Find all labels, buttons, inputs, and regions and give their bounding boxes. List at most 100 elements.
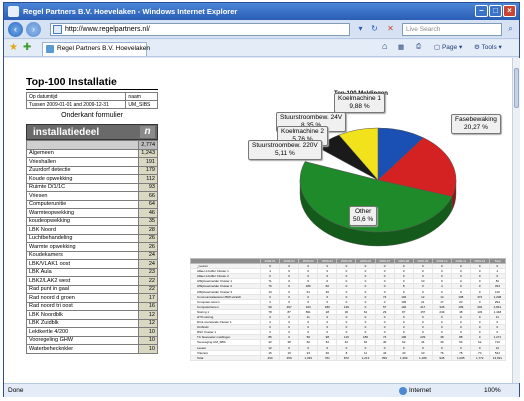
- dropdown-arrow-icon[interactable]: ▾: [354, 23, 367, 36]
- row-label[interactable]: Total: [190, 354, 261, 361]
- list-item[interactable]: Vrieshallen 191: [26, 157, 158, 167]
- address-bar: ‹ › http://www.regelpartners.nl/ ▾ ↻ ✕ L…: [4, 20, 519, 39]
- list-item-label[interactable]: Rad punt in gaal: [26, 284, 139, 294]
- list-item-label[interactable]: LBK Noord: [26, 225, 139, 235]
- list-item-label[interactable]: Koude opwekking: [26, 174, 139, 184]
- list-item-label[interactable]: Rad noord d groen: [26, 293, 139, 303]
- list-item-count: 112: [138, 174, 158, 184]
- param-header-date: Op datumtijd: [25, 92, 127, 101]
- list-item[interactable]: Algemeen 1,243: [26, 148, 158, 158]
- home-icon[interactable]: ⌂: [382, 41, 387, 51]
- list-item[interactable]: Ruimte D/1/1C 93: [26, 182, 158, 192]
- callout-koelmachine-1: Koelmachine 1 9,88 %: [334, 93, 385, 113]
- list-item[interactable]: LBK2/LAK2 west 22: [26, 276, 158, 286]
- print-icon[interactable]: ⎙: [416, 43, 421, 51]
- page-menu[interactable]: ▢ Page ▾: [434, 43, 462, 51]
- list-item-label[interactable]: Waterbehecknkler: [26, 344, 139, 354]
- list-item[interactable]: Zuurdorf detectie 179: [26, 165, 158, 175]
- zoom-level[interactable]: 100%: [484, 387, 501, 394]
- list-item[interactable]: Waterbehecknkler 10: [26, 344, 158, 354]
- list-item-label[interactable]: Vriesen: [26, 191, 139, 201]
- search-icon[interactable]: ⌕: [504, 23, 517, 36]
- list-item[interactable]: LBK Aula 23: [26, 267, 158, 277]
- list-item-label[interactable]: Warmteopwekking: [26, 208, 139, 218]
- list-item[interactable]: LBK Zuidblk 12: [26, 318, 158, 328]
- favorites-star-icon[interactable]: ★: [9, 42, 18, 53]
- list-item-label[interactable]: LBK/VLAK1 oost: [26, 259, 139, 269]
- back-icon[interactable]: ‹: [8, 22, 23, 37]
- meldingen-grid: 2009-01 2009-02 2009-03 2009-04 2009-05 2009-…: [190, 258, 507, 361]
- list-item[interactable]: Warmte opwekking 26: [26, 242, 158, 252]
- vertical-scrollbar[interactable]: [512, 58, 520, 383]
- callout-other-value: 50,6 %: [353, 216, 374, 223]
- list-item-count: 64: [138, 199, 158, 209]
- list-item[interactable]: Rad noord tri oost 16: [26, 301, 158, 311]
- minimize-button[interactable]: –: [475, 5, 488, 17]
- list-item-label[interactable]: Koudekamers: [26, 250, 139, 260]
- list-item[interactable]: Luchtbehandeling 26: [26, 233, 158, 243]
- list-item-label[interactable]: Warmte opwekking: [26, 242, 139, 252]
- list-item[interactable]: LBK Noordblk 12: [26, 310, 158, 320]
- callout-koelmachine-1-label: Koelmachine 1: [338, 95, 381, 102]
- table-cell: 761: [317, 354, 338, 361]
- scrollbar-thumb[interactable]: [514, 68, 519, 108]
- form-bottom-link[interactable]: Onderkant formulier: [26, 112, 158, 119]
- search-input[interactable]: Live Search: [402, 23, 502, 36]
- list-item-label[interactable]: Algemeen: [26, 148, 139, 158]
- list-item[interactable]: Rad punt in gaal 22: [26, 284, 158, 294]
- list-item[interactable]: LBK Noord 28: [26, 225, 158, 235]
- list-item[interactable]: Warmteopwekking 46: [26, 208, 158, 218]
- security-zone: Internet: [409, 387, 432, 394]
- section-title: installatiedeel: [33, 127, 100, 138]
- list-item[interactable]: Vooregeling GHW 10: [26, 335, 158, 345]
- list-item-count: 16: [138, 301, 158, 311]
- callout-stuurstroom-220v-label: Stuurstroombew. 220V: [252, 142, 318, 149]
- list-item[interactable]: Computerunitie 64: [26, 199, 158, 209]
- stop-icon[interactable]: ✕: [384, 23, 397, 36]
- maximize-button[interactable]: □: [489, 5, 502, 17]
- close-button[interactable]: ×: [503, 5, 516, 17]
- list-item-label[interactable]: Vooregeling GHW: [26, 335, 139, 345]
- list-item-label[interactable]: Zuurdorf detectie: [26, 165, 139, 175]
- list-item[interactable]: Lektkertle 4/200 10: [26, 327, 158, 337]
- list-item-label[interactable]: LBK2/LAK2 west: [26, 276, 139, 286]
- list-item-label[interactable]: Vrieshallen: [26, 157, 139, 167]
- feeds-icon[interactable]: ▦: [398, 43, 404, 51]
- tab-regelpartners[interactable]: Regel Partners B.V. Hoevelaken: [42, 42, 150, 56]
- list-item-label[interactable]: Computerunitie: [26, 199, 139, 209]
- list-item[interactable]: Koude opwekking 112: [26, 174, 158, 184]
- list-item[interactable]: Rad noord d groen 17: [26, 293, 158, 303]
- add-favorites-icon[interactable]: ✚: [23, 42, 31, 53]
- list-item[interactable]: Koudekamers 24: [26, 250, 158, 260]
- list-item-count: 28: [138, 225, 158, 235]
- list-item-label[interactable]: LBK Noordblk: [26, 310, 139, 320]
- callout-stuurstroom-220v: Stuurstroombew. 220V 5,11 %: [248, 140, 322, 160]
- list-item[interactable]: koudeopwekking 35: [26, 216, 158, 226]
- list-item-count: 179: [138, 165, 158, 175]
- list-item-label[interactable]: Luchtbehandeling: [26, 233, 139, 243]
- list-item-label[interactable]: LBK Aula: [26, 267, 139, 277]
- tools-menu[interactable]: ⚙ Tools ▾: [474, 43, 502, 51]
- list-item-count: 12: [138, 318, 158, 328]
- list-item[interactable]: Vriesen 66: [26, 191, 158, 201]
- list-item-label[interactable]: Lektkertle 4/200: [26, 327, 139, 337]
- table-cell: 1,189: [412, 354, 433, 361]
- list-item-label[interactable]: Ruimte D/1/1C: [26, 182, 139, 192]
- forward-icon[interactable]: ›: [26, 22, 41, 37]
- list-item-label[interactable]: LBK Zuidblk: [26, 318, 139, 328]
- browser-window: Regel Partners B.V. Hoevelaken - Windows…: [3, 2, 520, 397]
- param-header-name: naam: [125, 92, 158, 101]
- list-item-label[interactable]: Rad noord tri oost: [26, 301, 139, 311]
- param-value-date: Tussen 2009-01-01 and 2009-12-31: [25, 100, 127, 109]
- list-item-count: 10: [138, 327, 158, 337]
- list-item-count: 24: [138, 259, 158, 269]
- list-item[interactable]: LBK/VLAK1 oost 24: [26, 259, 158, 269]
- tab-bar: ★ ✚ Regel Partners B.V. Hoevelaken ⌂ ▦ ⎙…: [4, 40, 519, 57]
- callout-fasebewaking-label: Fasebewaking: [455, 116, 497, 123]
- table-cell: 494: [259, 354, 281, 361]
- list-item-label[interactable]: koudeopwekking: [26, 216, 139, 226]
- url-field[interactable]: http://www.regelpartners.nl/: [50, 23, 350, 36]
- refresh-icon[interactable]: ↻: [368, 23, 381, 36]
- list-item-count: 22: [138, 284, 158, 294]
- total-value: 2,774: [138, 140, 158, 150]
